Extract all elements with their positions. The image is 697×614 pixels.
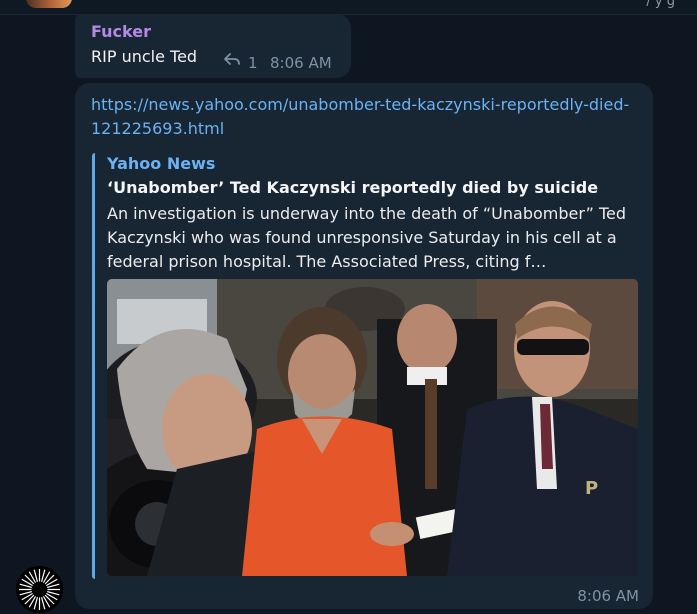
preview-title: ‘Unabomber’ Ted Kaczynski reportedly die… bbox=[107, 178, 599, 197]
message-time: 8:06 AM bbox=[577, 587, 639, 605]
avatar[interactable] bbox=[16, 566, 63, 613]
avatar-image bbox=[16, 566, 63, 613]
previous-avatar[interactable] bbox=[26, 0, 72, 8]
svg-text:P: P bbox=[585, 478, 598, 499]
preview-description: An investigation is underway into the de… bbox=[107, 204, 627, 271]
sender-name[interactable]: Fucker bbox=[91, 22, 151, 41]
previous-message-cut-text: / y g bbox=[646, 0, 675, 9]
link-preview[interactable]: Yahoo News ‘Unabomber’ Ted Kaczynski rep… bbox=[92, 153, 639, 579]
preview-site-name: Yahoo News bbox=[107, 154, 216, 173]
link-message-bubble[interactable]: https://news.yahoo.com/unabomber-ted-kac… bbox=[75, 83, 653, 609]
preview-photo: P bbox=[107, 279, 638, 576]
previous-message-strip: / y g bbox=[0, 0, 697, 15]
message-link[interactable]: https://news.yahoo.com/unabomber-ted-kac… bbox=[91, 93, 631, 141]
preview-image[interactable]: P bbox=[107, 279, 638, 576]
message-time: 8:06 AM bbox=[270, 54, 332, 72]
message-bubble[interactable]: Fucker RIP uncle Ted 1 8:06 AM bbox=[75, 14, 351, 78]
reply-icon[interactable] bbox=[223, 52, 241, 66]
message-text: RIP uncle Ted bbox=[91, 47, 198, 66]
reply-count[interactable]: 1 bbox=[248, 54, 258, 72]
